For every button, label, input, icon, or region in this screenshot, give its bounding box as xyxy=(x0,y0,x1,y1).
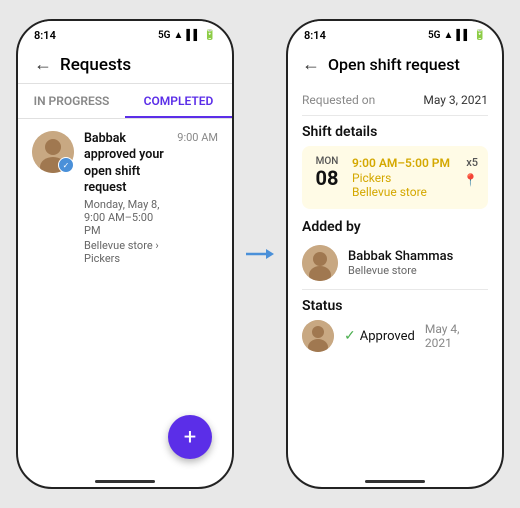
screen-2: ← Open shift request Requested on May 3,… xyxy=(288,46,502,474)
notification-text: Babbak approved your open shift request … xyxy=(84,131,167,265)
shift-day-block: MON 08 xyxy=(312,156,342,189)
wifi-icon: ▲ xyxy=(173,30,183,41)
fab-button[interactable]: + xyxy=(168,415,212,459)
requested-date: May 3, 2021 xyxy=(423,93,488,107)
added-by-row: Babbak Shammas Bellevue store xyxy=(302,241,488,290)
back-button-1[interactable]: ← xyxy=(34,54,52,75)
detail-header: ← Open shift request xyxy=(288,46,502,83)
avatar-wrap: ✓ xyxy=(32,131,74,173)
status-date: May 4, 2021 xyxy=(425,322,488,350)
status-bar-2: 8:14 5G ▲ ▌▌ 🔋 xyxy=(288,21,502,46)
back-button-2[interactable]: ← xyxy=(302,54,320,75)
tab-in-progress[interactable]: IN PROGRESS xyxy=(18,84,125,118)
tabs-container: IN PROGRESS COMPLETED xyxy=(18,84,232,119)
status-section: Status ✓ Approved xyxy=(302,298,488,352)
battery-icon: 🔋 xyxy=(204,30,216,41)
notification-title: Babbak approved your open shift request xyxy=(84,131,167,196)
shift-day-num: 08 xyxy=(312,167,342,189)
added-by-title: Added by xyxy=(302,219,488,235)
screen-1: ← Requests IN PROGRESS COMPLETED xyxy=(18,46,232,474)
shift-info: 9:00 AM–5:00 PM Pickers Bellevue store xyxy=(352,156,453,199)
status-row: ✓ Approved May 4, 2021 xyxy=(302,320,488,352)
page-title-1: Requests xyxy=(60,55,131,75)
requests-header: ← Requests xyxy=(18,46,232,84)
notification-store: Bellevue store › Pickers xyxy=(84,239,167,265)
signal-5g: 5G xyxy=(158,30,171,41)
detail-content: Requested on May 3, 2021 Shift details M… xyxy=(288,83,502,474)
requested-on-row: Requested on May 3, 2021 xyxy=(302,83,488,116)
phone-2: 8:14 5G ▲ ▌▌ 🔋 ← Open shift request Requ… xyxy=(286,19,504,489)
location-icon: 📍 xyxy=(463,173,478,187)
check-icon: ✓ xyxy=(344,328,356,344)
shift-details-title: Shift details xyxy=(302,124,488,140)
requested-label: Requested on xyxy=(302,93,375,107)
signal-bars-icon: ▌▌ xyxy=(186,30,200,41)
shift-time: 9:00 AM–5:00 PM xyxy=(352,156,453,170)
wifi-icon-2: ▲ xyxy=(443,30,453,41)
status-label: Approved xyxy=(360,329,415,344)
status-approved: ✓ Approved xyxy=(344,328,415,344)
tab-completed[interactable]: COMPLETED xyxy=(125,84,232,118)
shift-role: Pickers xyxy=(352,171,453,185)
status-bar-1: 8:14 5G ▲ ▌▌ 🔋 xyxy=(18,21,232,46)
notification-time: 9:00 AM xyxy=(177,131,218,144)
status-title: Status xyxy=(302,298,488,314)
page-title-2: Open shift request xyxy=(328,55,460,74)
shift-meta: x5 📍 xyxy=(463,156,478,187)
phone-1: 8:14 5G ▲ ▌▌ 🔋 ← Requests IN PROGRESS CO… xyxy=(16,19,234,489)
home-bar-1 xyxy=(95,480,155,483)
shift-card: MON 08 9:00 AM–5:00 PM Pickers Bellevue … xyxy=(302,146,488,209)
added-by-name: Babbak Shammas xyxy=(348,249,453,264)
arrow-connector xyxy=(246,245,274,263)
time-1: 8:14 xyxy=(34,29,56,42)
time-2: 8:14 xyxy=(304,29,326,42)
notification-item[interactable]: ✓ Babbak approved your open shift reques… xyxy=(18,119,232,277)
notification-subtitle: Monday, May 8, 9:00 AM–5:00 PM xyxy=(84,198,167,237)
added-by-info: Babbak Shammas Bellevue store xyxy=(348,249,453,277)
home-bar-2 xyxy=(365,480,425,483)
added-by-store: Bellevue store xyxy=(348,264,453,277)
home-indicator-1 xyxy=(18,474,232,487)
signal-icons-1: 5G ▲ ▌▌ 🔋 xyxy=(158,30,216,41)
approve-badge: ✓ xyxy=(58,157,74,173)
signal-5g-2: 5G xyxy=(428,30,441,41)
signal-icons-2: 5G ▲ ▌▌ 🔋 xyxy=(428,30,486,41)
battery-icon-2: 🔋 xyxy=(474,30,486,41)
shift-store: Bellevue store xyxy=(352,185,453,199)
home-indicator-2 xyxy=(288,474,502,487)
added-by-avatar xyxy=(302,245,338,281)
status-avatar xyxy=(302,320,334,352)
shift-count: x5 xyxy=(466,156,478,169)
signal-bars-icon-2: ▌▌ xyxy=(456,30,470,41)
